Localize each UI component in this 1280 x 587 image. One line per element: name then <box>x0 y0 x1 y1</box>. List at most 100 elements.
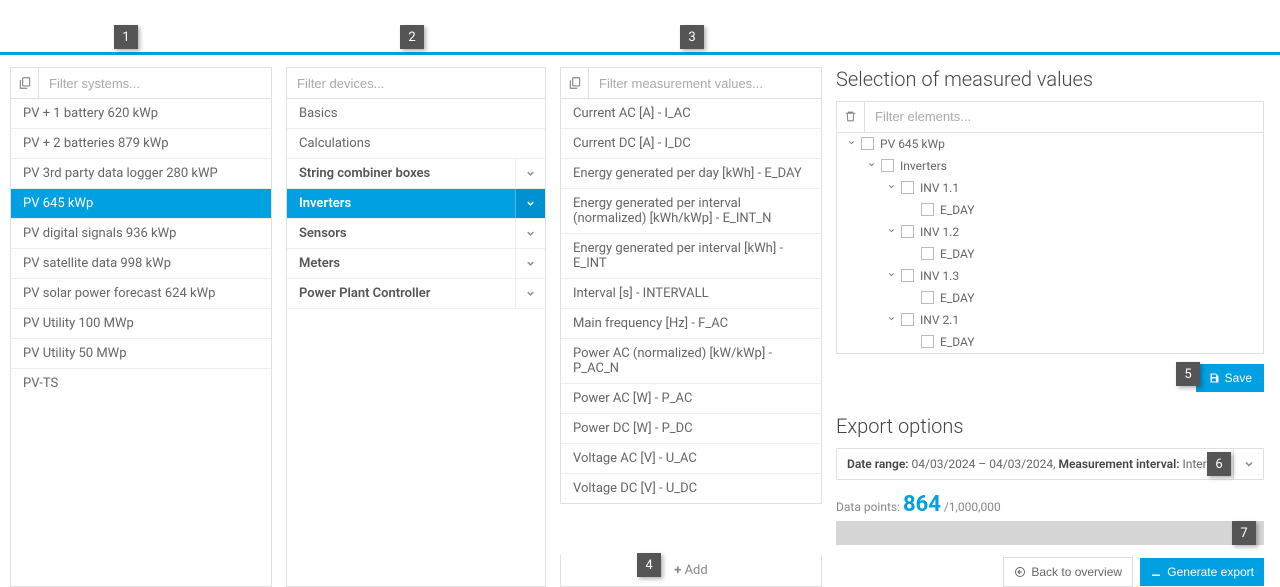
measurement-value-item[interactable]: Power AC [W] - P_AC <box>561 384 821 414</box>
systems-filter-input[interactable] <box>39 68 271 98</box>
measurement-value-item[interactable]: Power DC [W] - P_DC <box>561 414 821 444</box>
add-button[interactable]: 4 + Add <box>560 555 822 587</box>
tree-checkbox[interactable] <box>921 291 934 304</box>
tree-label: INV 2.1 <box>920 313 959 327</box>
step-marker-4: 4 <box>637 553 661 577</box>
system-item[interactable]: PV + 1 battery 620 kWp <box>11 99 271 129</box>
measurement-value-item[interactable]: Interval [s] - INTERVALL <box>561 279 821 309</box>
tree-checkbox[interactable] <box>881 159 894 172</box>
measurement-value-item[interactable]: Voltage AC [V] - U_AC <box>561 444 821 474</box>
measurement-value-item[interactable]: Power AC (normalized) [kW/kWp] - P_AC_N <box>561 339 821 384</box>
tree-node[interactable]: INV 1.3 <box>837 265 1263 287</box>
device-group-item[interactable]: Meters <box>287 249 545 279</box>
measurement-value-item[interactable]: Energy generated per day [kWh] - E_DAY <box>561 159 821 189</box>
tree-checkbox[interactable] <box>921 247 934 260</box>
system-item[interactable]: PV digital signals 936 kWp <box>11 219 271 249</box>
back-label: Back to overview <box>1031 565 1122 579</box>
chevron-down-icon[interactable] <box>515 159 545 188</box>
save-button[interactable]: Save <box>1196 364 1264 392</box>
tree-node[interactable]: Inverters <box>837 155 1263 177</box>
tree-checkbox[interactable] <box>901 225 914 238</box>
download-icon <box>1150 566 1162 578</box>
tree-checkbox[interactable] <box>921 335 934 348</box>
tree-node[interactable]: E_DAY <box>837 199 1263 221</box>
system-item[interactable]: PV-TS <box>11 369 271 398</box>
values-filter-input[interactable] <box>589 68 821 98</box>
data-points-row: Data points: 864 /1,000,000 <box>836 492 1264 517</box>
chevron-down-icon[interactable] <box>883 269 899 282</box>
add-label: Add <box>685 563 708 578</box>
date-range-label: Date range: <box>847 457 909 471</box>
chevron-down-icon[interactable] <box>883 225 899 238</box>
device-group-label: Calculations <box>287 129 545 158</box>
tree-node[interactable]: E_DAY <box>837 287 1263 309</box>
chevron-down-icon[interactable] <box>515 219 545 248</box>
back-button[interactable]: Back to overview <box>1003 557 1133 587</box>
data-points-progress: 7 <box>836 521 1264 545</box>
values-filter-icon <box>561 68 589 98</box>
tree-node[interactable]: INV 2.1 <box>837 309 1263 331</box>
data-points-max: /1,000,000 <box>944 500 1001 514</box>
chevron-down-icon[interactable] <box>515 189 545 218</box>
values-list: Current AC [A] - I_ACCurrent DC [A] - I_… <box>560 99 822 504</box>
chevron-down-icon[interactable] <box>863 159 879 172</box>
measurement-value-item[interactable]: Current AC [A] - I_AC <box>561 99 821 129</box>
chevron-down-icon[interactable] <box>515 279 545 308</box>
date-range-value: 04/03/2024 – 04/03/2024, <box>912 457 1056 471</box>
tree-node[interactable]: E_DAY <box>837 331 1263 353</box>
chevron-down-icon[interactable] <box>883 181 899 194</box>
values-filter-row <box>560 67 822 99</box>
selection-column: Selection of measured values PV 645 kWpI… <box>836 67 1270 587</box>
system-item[interactable]: PV + 2 batteries 879 kWp <box>11 129 271 159</box>
generate-export-button[interactable]: Generate export <box>1140 558 1264 586</box>
measurement-value-item[interactable]: Energy generated per interval [kWh] - E_… <box>561 234 821 279</box>
device-group-item[interactable]: Calculations <box>287 129 545 159</box>
measurement-value-item[interactable]: Energy generated per interval (normalize… <box>561 189 821 234</box>
selection-filter-input[interactable] <box>865 102 1263 132</box>
measurement-value-item[interactable]: Voltage DC [V] - U_DC <box>561 474 821 503</box>
trash-icon[interactable] <box>837 102 865 132</box>
tree-label: E_DAY <box>940 247 974 261</box>
chevron-down-icon[interactable] <box>883 313 899 326</box>
tree-checkbox[interactable] <box>901 181 914 194</box>
tree-checkbox[interactable] <box>921 203 934 216</box>
systems-column: PV + 1 battery 620 kWpPV + 2 batteries 8… <box>10 67 272 587</box>
tree-node[interactable]: E_DAY <box>837 243 1263 265</box>
system-item[interactable]: PV Utility 50 MWp <box>11 339 271 369</box>
tree-checkbox[interactable] <box>901 269 914 282</box>
chevron-down-icon[interactable] <box>515 249 545 278</box>
step-marker-7: 7 <box>1232 521 1256 545</box>
system-item[interactable]: PV satellite data 998 kWp <box>11 249 271 279</box>
device-group-label: Basics <box>287 99 545 128</box>
tree-checkbox[interactable] <box>901 313 914 326</box>
tree-label: INV 1.2 <box>920 225 959 239</box>
export-options-bar[interactable]: Date range: 04/03/2024 – 04/03/2024, Mea… <box>836 448 1264 480</box>
system-item[interactable]: PV solar power forecast 624 kWp <box>11 279 271 309</box>
system-item[interactable]: PV 3rd party data logger 280 kWP <box>11 159 271 189</box>
devices-filter-input[interactable] <box>287 68 545 98</box>
system-item[interactable]: PV 645 kWp <box>11 189 271 219</box>
chevron-down-icon[interactable] <box>843 137 859 150</box>
systems-filter-icon <box>11 68 39 98</box>
export-expand-icon[interactable] <box>1233 449 1263 479</box>
top-accent-bar <box>0 0 1280 55</box>
tree-node[interactable]: INV 1.1 <box>837 177 1263 199</box>
tree-label: E_DAY <box>940 291 974 305</box>
tree-label: Inverters <box>900 159 947 173</box>
selection-filter-row <box>836 101 1264 133</box>
measurement-value-item[interactable]: Main frequency [Hz] - F_AC <box>561 309 821 339</box>
tree-node[interactable]: INV 1.2 <box>837 221 1263 243</box>
tree-checkbox[interactable] <box>861 137 874 150</box>
tree-node[interactable]: PV 645 kWp <box>837 133 1263 155</box>
device-group-item[interactable]: Power Plant Controller <box>287 279 545 309</box>
tree-node[interactable]: INV 2.2 <box>837 353 1263 355</box>
tree-label: E_DAY <box>940 335 974 349</box>
device-group-label: String combiner boxes <box>287 159 515 188</box>
devices-filter-row <box>286 67 546 99</box>
system-item[interactable]: PV Utility 100 MWp <box>11 309 271 339</box>
device-group-item[interactable]: Basics <box>287 99 545 129</box>
device-group-item[interactable]: Sensors <box>287 219 545 249</box>
device-group-item[interactable]: Inverters <box>287 189 545 219</box>
measurement-value-item[interactable]: Current DC [A] - I_DC <box>561 129 821 159</box>
device-group-item[interactable]: String combiner boxes <box>287 159 545 189</box>
